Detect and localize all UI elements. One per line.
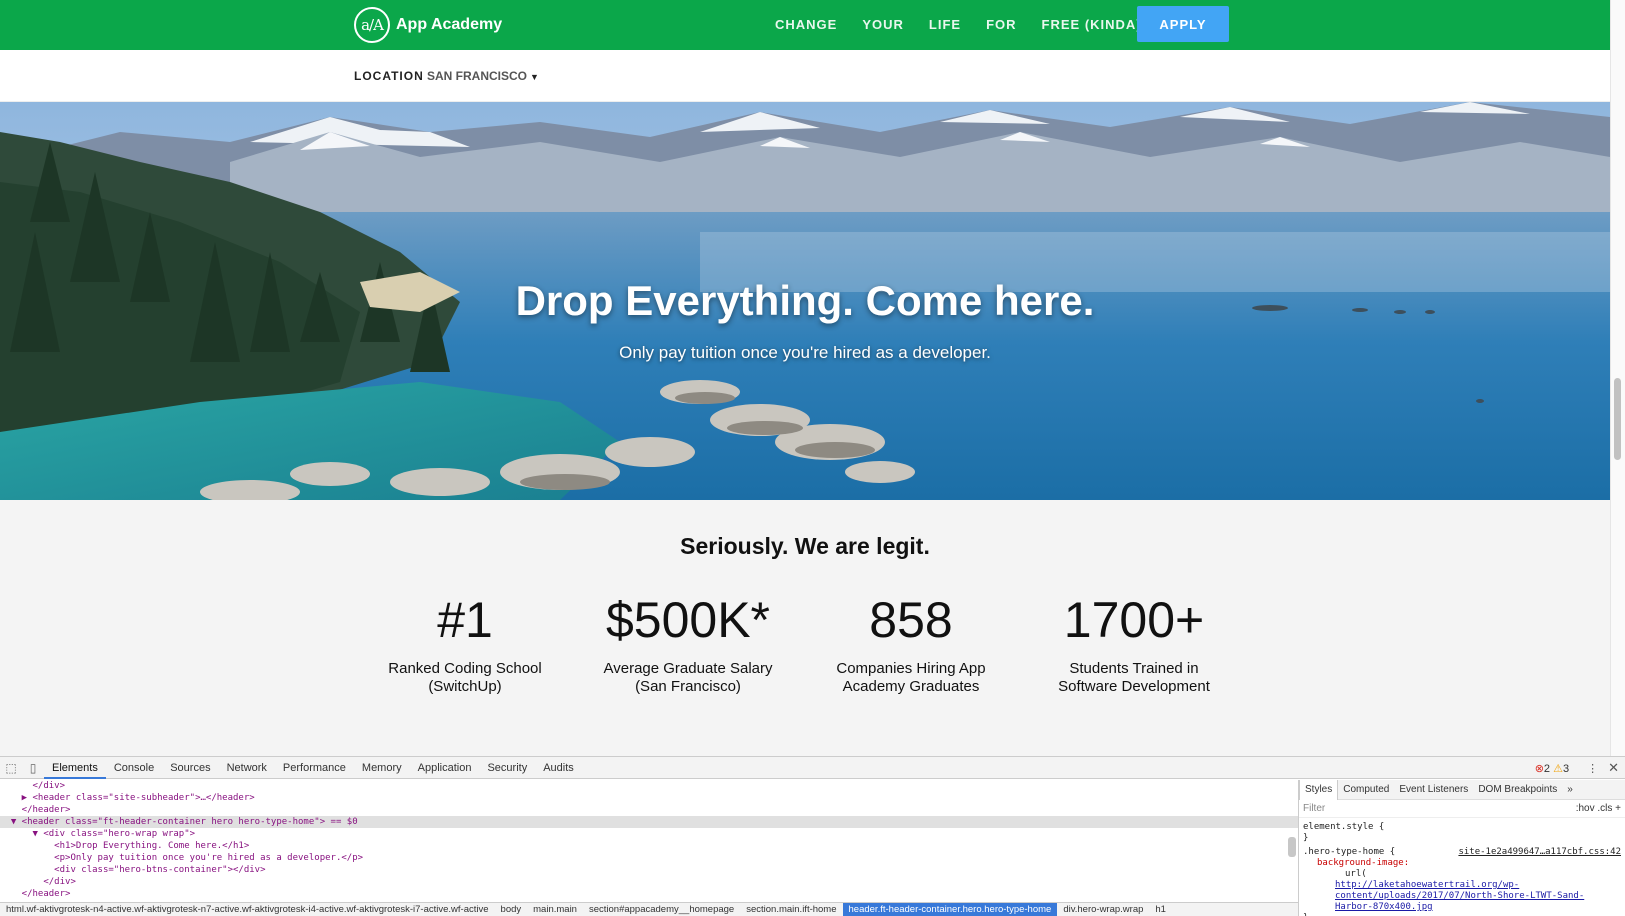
filter-controls[interactable]: :hov .cls + [1576,803,1621,814]
dom-node-selected[interactable]: ▼ <header class="ft-header-container her… [0,816,1298,828]
stat-ranking: #1 Ranked Coding School (SwitchUp) [360,590,570,696]
breadcrumb-item[interactable]: div.hero-wrap.wrap [1057,903,1149,916]
rule-close: } [1303,833,1309,843]
rule-property[interactable]: background-image: [1303,858,1621,869]
tab-application[interactable]: Application [410,757,480,779]
dom-node[interactable]: <h1>Drop Everything. Come here.</h1> [0,840,1298,852]
nav-item-life[interactable]: LIFE [929,17,961,32]
nav-item-change[interactable]: CHANGE [775,17,837,32]
nav-item-for[interactable]: FOR [986,17,1016,32]
more-options-icon[interactable]: ⋮ [1587,762,1598,775]
dom-node[interactable]: <div class="hero-btns-container"></div> [0,864,1298,876]
main-nav: CHANGE YOUR LIFE FOR FREE (KINDA) [775,0,1167,48]
breadcrumb-item[interactable]: section.main.ift-home [740,903,842,916]
location-label: LOCATION [354,69,424,83]
tab-event-listeners[interactable]: Event Listeners [1394,780,1473,800]
devtools-status: ⊗2 ⚠3 ⋮ ✕ [1535,757,1619,779]
close-icon[interactable]: ✕ [1608,760,1619,776]
caret-down-icon: ▼ [530,72,539,82]
filter-placeholder: Filter [1303,803,1326,814]
stats-heading: Seriously. We are legit. [680,533,930,559]
breadcrumb-item[interactable]: section#appacademy__homepage [583,903,740,916]
stat-companies: 858 Companies Hiring App Academy Graduat… [806,590,1016,696]
location-value: SAN FRANCISCO [427,69,528,83]
hero-subtitle: Only pay tuition once you're hired as a … [619,343,991,362]
hero-title: Drop Everything. Come here. [515,277,1095,324]
location-dropdown[interactable]: SAN FRANCISCO ▼ [427,69,539,83]
tab-performance[interactable]: Performance [275,757,354,779]
styles-tabs: Styles Computed Event Listeners DOM Brea… [1299,780,1625,800]
site-header: a/A App Academy CHANGE YOUR LIFE FOR FRE… [0,0,1610,50]
dom-node[interactable]: <p>Only pay tuition once you're hired as… [0,852,1298,864]
warning-count: 3 [1562,762,1570,775]
rule-url-fn: url( [1345,869,1367,879]
tab-security[interactable]: Security [479,757,535,779]
breadcrumb-item-active[interactable]: header.ft-header-container.hero.hero-typ… [842,903,1058,916]
page-viewport: a/A App Academy CHANGE YOUR LIFE FOR FRE… [0,0,1610,756]
dom-node[interactable]: </header> [0,804,1298,816]
dom-tree[interactable]: </div> ▶ <header class="site-subheader">… [0,780,1298,902]
warning-icon: ⚠ [1553,762,1563,775]
hero-section: Drop Everything. Come here. Only pay tui… [0,102,1610,500]
stat-label: Average Graduate Salary (San Francisco) [603,660,773,695]
error-count: 2 [1543,762,1551,775]
app-academy-logo[interactable]: a/A App Academy [354,6,502,44]
stat-value: 1700+ [1063,592,1205,648]
tab-network[interactable]: Network [219,757,275,779]
rule-selector: .hero-type-home { [1303,847,1396,857]
styles-pane: Styles Computed Event Listeners DOM Brea… [1298,780,1625,916]
rule-source-link[interactable]: site-1e2a499647…a117cbf.css:42 [1458,847,1621,858]
breadcrumb-item[interactable]: body [495,903,528,916]
tab-memory[interactable]: Memory [354,757,410,779]
dom-node[interactable]: </div> [0,780,1298,792]
nav-item-free-kinda[interactable]: FREE (KINDA) [1042,17,1142,32]
element-style-rule[interactable]: element.style { [1303,822,1621,833]
stat-students: 1700+ Students Trained in Software Devel… [1029,590,1239,696]
devtools-toolbar: ⬚ ▯ Elements Console Sources Network Per… [0,757,1625,779]
breadcrumb-item[interactable]: main.main [527,903,583,916]
logo-text: App Academy [396,16,503,33]
styles-rules: element.style { } .hero-type-home { site… [1299,818,1625,916]
stat-label: Companies Hiring App Academy Graduates [836,660,986,695]
logo-mark-icon: a/A [354,7,390,43]
breadcrumb-item[interactable]: h1 [1149,903,1172,916]
apply-button[interactable]: APPLY [1137,6,1229,42]
dom-node[interactable]: ▶ <header class="site-subheader">…</head… [0,792,1298,804]
tab-elements[interactable]: Elements [44,757,106,779]
tab-audits[interactable]: Audits [535,757,582,779]
rule-url-link[interactable]: http://laketahoewatertrail.org/wp-conten… [1303,880,1621,913]
tab-computed[interactable]: Computed [1338,780,1394,800]
stat-value: $500K* [605,592,771,648]
styles-filter-input[interactable]: Filter :hov .cls + [1299,800,1625,818]
tab-dom-breakpoints[interactable]: DOM Breakpoints [1473,780,1562,800]
stat-value: 858 [869,592,953,648]
tab-styles[interactable]: Styles [1299,780,1339,800]
nav-item-your[interactable]: YOUR [862,17,904,32]
dom-breadcrumbs: html.wf-aktivgrotesk-n4-active.wf-aktivg… [0,902,1298,916]
tab-sources[interactable]: Sources [162,757,218,779]
dom-node[interactable]: </header> [0,888,1298,900]
stat-salary: $500K* Average Graduate Salary (San Fran… [583,590,793,696]
tab-console[interactable]: Console [106,757,162,779]
dom-node[interactable]: </div> [0,876,1298,888]
error-warning-counter[interactable]: ⊗2 ⚠3 [1535,762,1569,775]
inspect-element-icon[interactable]: ⬚ [0,757,22,779]
more-tabs-icon[interactable]: » [1562,780,1578,800]
dom-node[interactable]: ▼ <div class="hero-wrap wrap"> [0,828,1298,840]
error-icon: ⊗ [1534,762,1544,775]
breadcrumb-item[interactable]: html.wf-aktivgrotesk-n4-active.wf-aktivg… [0,903,495,916]
stat-label: Ranked Coding School (SwitchUp) [388,660,542,695]
stat-label: Students Trained in Software Development [1058,660,1210,695]
dom-tree-scrollbar[interactable] [1288,837,1296,857]
devtools-panel: ⬚ ▯ Elements Console Sources Network Per… [0,756,1625,916]
device-toolbar-icon[interactable]: ▯ [22,757,44,779]
site-subheader: LOCATION SAN FRANCISCO ▼ [0,50,1610,102]
stat-value: #1 [437,592,493,648]
page-scrollbar-thumb[interactable] [1614,378,1621,460]
